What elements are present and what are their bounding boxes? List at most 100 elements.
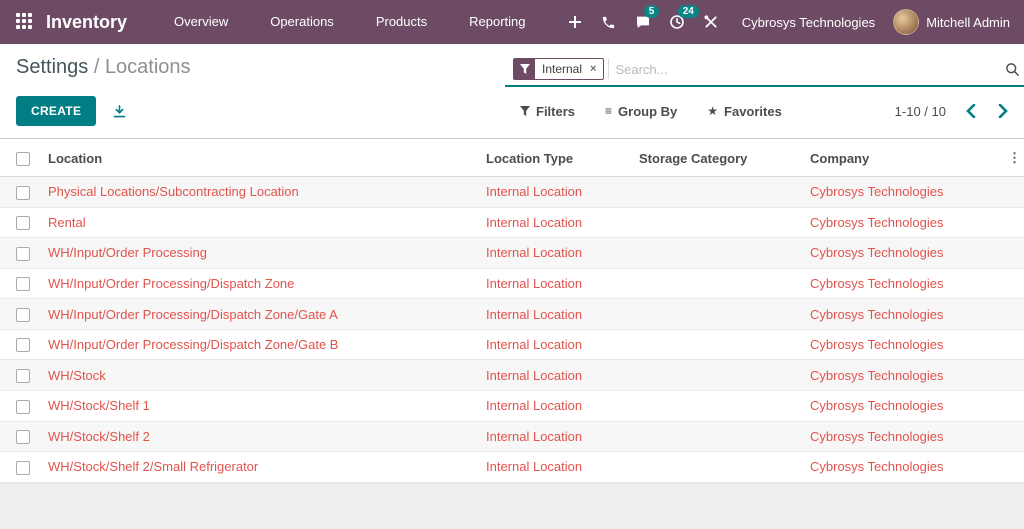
facet-label: Internal — [542, 62, 583, 76]
cell-company[interactable]: Cybrosys Technologies — [806, 206, 1004, 238]
menu-overview[interactable]: Overview — [153, 0, 249, 44]
top-navbar: Inventory Overview Operations Products R… — [0, 0, 1024, 44]
cell-storage-category[interactable] — [635, 389, 806, 421]
cell-location-type[interactable]: Internal Location — [482, 328, 635, 360]
cell-storage-category[interactable] — [635, 237, 806, 269]
cell-company[interactable]: Cybrosys Technologies — [806, 328, 1004, 360]
row-checkbox[interactable] — [16, 246, 30, 261]
messages-icon[interactable]: 5 — [626, 0, 660, 44]
table-row[interactable]: WH/Input/Order Processing/Dispatch Zone/… — [0, 328, 1024, 360]
cell-location-type[interactable]: Internal Location — [482, 206, 635, 238]
row-checkbox[interactable] — [16, 338, 30, 353]
table-row[interactable]: WH/Stock/Shelf 1 Internal Location Cybro… — [0, 389, 1024, 421]
search-input[interactable] — [608, 59, 1005, 79]
app-name[interactable]: Inventory — [46, 12, 127, 33]
cell-storage-category[interactable] — [635, 359, 806, 391]
column-header-storage-category[interactable]: Storage Category — [635, 139, 806, 177]
cell-storage-category[interactable] — [635, 206, 806, 238]
cell-company[interactable]: Cybrosys Technologies — [806, 389, 1004, 421]
row-checkbox[interactable] — [16, 277, 30, 292]
breadcrumb-locations: Locations — [104, 56, 191, 78]
row-checkbox[interactable] — [16, 430, 30, 445]
column-header-location[interactable]: Location — [44, 139, 482, 177]
pager-next-icon[interactable] — [998, 104, 1008, 118]
cell-location-type[interactable]: Internal Location — [482, 298, 635, 330]
cell-location[interactable]: WH/Stock/Shelf 2 — [44, 420, 482, 452]
add-icon[interactable] — [558, 0, 592, 44]
breadcrumb-settings[interactable]: Settings — [16, 56, 88, 78]
table-row[interactable]: WH/Input/Order Processing Internal Locat… — [0, 237, 1024, 269]
cell-location-type[interactable]: Internal Location — [482, 267, 635, 299]
table-row[interactable]: WH/Stock/Shelf 2/Small Refrigerator Inte… — [0, 451, 1024, 483]
menu-operations[interactable]: Operations — [249, 0, 355, 44]
table-row[interactable]: Physical Locations/Subcontracting Locati… — [0, 176, 1024, 208]
table-row[interactable]: Rental Internal Location Cybrosys Techno… — [0, 206, 1024, 238]
search-icon[interactable] — [1005, 62, 1020, 77]
menu-reporting[interactable]: Reporting — [448, 0, 546, 44]
cell-location[interactable]: WH/Input/Order Processing/Dispatch Zone/… — [44, 298, 482, 330]
cell-storage-category[interactable] — [635, 298, 806, 330]
cell-location[interactable]: WH/Stock/Shelf 2/Small Refrigerator — [44, 451, 482, 483]
cell-location-type[interactable]: Internal Location — [482, 359, 635, 391]
row-checkbox[interactable] — [16, 460, 30, 475]
cell-storage-category[interactable] — [635, 267, 806, 299]
row-checkbox[interactable] — [16, 307, 30, 322]
row-checkbox[interactable] — [16, 185, 30, 200]
cell-location[interactable]: Rental — [44, 206, 482, 238]
tools-icon[interactable] — [694, 0, 728, 44]
user-menu[interactable]: Mitchell Admin — [893, 9, 1010, 35]
cell-storage-category[interactable] — [635, 420, 806, 452]
table-row[interactable]: WH/Input/Order Processing/Dispatch Zone … — [0, 267, 1024, 299]
export-download-icon[interactable] — [112, 104, 127, 119]
filter-funnel-icon — [514, 59, 535, 79]
select-all-checkbox[interactable] — [16, 151, 30, 166]
breadcrumb-separator: / — [88, 56, 105, 78]
cell-storage-category[interactable] — [635, 176, 806, 208]
cell-company[interactable]: Cybrosys Technologies — [806, 359, 1004, 391]
apps-grid-icon[interactable] — [16, 13, 34, 31]
filters-button[interactable]: Filters — [520, 104, 575, 119]
table-row[interactable]: WH/Stock/Shelf 2 Internal Location Cybro… — [0, 420, 1024, 452]
cell-storage-category[interactable] — [635, 451, 806, 483]
column-header-location-type[interactable]: Location Type — [482, 139, 635, 177]
cell-location[interactable]: WH/Stock/Shelf 1 — [44, 389, 482, 421]
breadcrumb: Settings / Locations — [16, 54, 191, 79]
cell-location-type[interactable]: Internal Location — [482, 176, 635, 208]
cell-company[interactable]: Cybrosys Technologies — [806, 176, 1004, 208]
cell-location-type[interactable]: Internal Location — [482, 420, 635, 452]
create-button[interactable]: CREATE — [16, 96, 97, 126]
menu-products[interactable]: Products — [355, 0, 448, 44]
cell-location-type[interactable]: Internal Location — [482, 389, 635, 421]
row-checkbox[interactable] — [16, 368, 30, 383]
table-row[interactable]: WH/Input/Order Processing/Dispatch Zone/… — [0, 298, 1024, 330]
facet-remove-icon[interactable]: × — [589, 59, 603, 79]
cell-location[interactable]: WH/Input/Order Processing/Dispatch Zone — [44, 267, 482, 299]
table-row[interactable]: WH/Stock Internal Location Cybrosys Tech… — [0, 359, 1024, 391]
cell-location[interactable]: WH/Input/Order Processing — [44, 237, 482, 269]
search-bar: Internal × — [505, 56, 1024, 87]
column-header-company[interactable]: Company — [806, 139, 1004, 177]
cell-storage-category[interactable] — [635, 328, 806, 360]
cell-company[interactable]: Cybrosys Technologies — [806, 267, 1004, 299]
locations-list: Location Location Type Storage Category … — [0, 139, 1024, 483]
optional-columns-icon[interactable]: ⋮ — [1004, 139, 1024, 177]
pager-previous-icon[interactable] — [966, 104, 976, 118]
company-switcher[interactable]: Cybrosys Technologies — [742, 15, 875, 30]
cell-location-type[interactable]: Internal Location — [482, 451, 635, 483]
pager-range[interactable]: 1-10 / 10 — [895, 104, 946, 119]
cell-location[interactable]: WH/Input/Order Processing/Dispatch Zone/… — [44, 328, 482, 360]
cell-company[interactable]: Cybrosys Technologies — [806, 237, 1004, 269]
cell-company[interactable]: Cybrosys Technologies — [806, 451, 1004, 483]
activities-icon[interactable]: 24 — [660, 0, 699, 44]
favorites-button[interactable]: ★ Favorites — [707, 104, 782, 119]
cell-location[interactable]: Physical Locations/Subcontracting Locati… — [44, 176, 482, 208]
search-options: Filters ≡ Group By ★ Favorites — [520, 104, 782, 119]
cell-company[interactable]: Cybrosys Technologies — [806, 298, 1004, 330]
cell-location[interactable]: WH/Stock — [44, 359, 482, 391]
cell-location-type[interactable]: Internal Location — [482, 237, 635, 269]
row-checkbox[interactable] — [16, 399, 30, 414]
cell-company[interactable]: Cybrosys Technologies — [806, 420, 1004, 452]
phone-icon[interactable] — [592, 0, 626, 44]
group-by-button[interactable]: ≡ Group By — [605, 104, 677, 119]
row-checkbox[interactable] — [16, 216, 30, 231]
